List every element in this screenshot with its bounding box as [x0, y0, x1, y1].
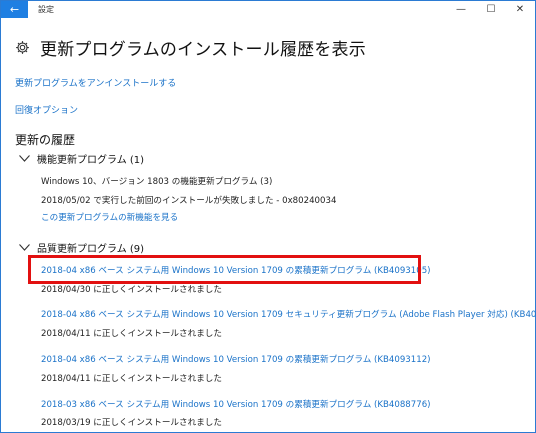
quality-updates-group[interactable]: 品質更新プログラム (9) — [19, 240, 144, 255]
uninstall-updates-link[interactable]: 更新プログラムをアンインストールする — [15, 76, 176, 89]
feature-update-name: Windows 10、バージョン 1803 の機能更新プログラム (3) — [41, 177, 273, 187]
chevron-down-icon — [19, 243, 31, 253]
update-link-kb40931[interactable]: 2018-04 x86 ベース システム用 Windows 10 Version… — [41, 308, 536, 320]
update-status: 2018/04/11 に正しくインストールされました — [41, 374, 222, 384]
update-link-kb4088776[interactable]: 2018-03 x86 ベース システム用 Windows 10 Version… — [41, 398, 431, 410]
page-header: 更新プログラムのインストール履歴を表示 — [14, 35, 366, 60]
minimize-icon: — — [456, 4, 466, 15]
feature-updates-group[interactable]: 機能更新プログラム (1) — [19, 151, 144, 166]
gear-icon — [14, 40, 30, 56]
maximize-button[interactable]: ☐ — [476, 1, 506, 18]
history-title: 更新の履歴 — [15, 133, 76, 147]
minimize-button[interactable]: — — [446, 1, 476, 18]
update-status: 2018/04/30 に正しくインストールされました — [41, 285, 222, 295]
recovery-options-link[interactable]: 回復オプション — [15, 103, 78, 116]
group-label: 機能更新プログラム (1) — [37, 155, 145, 166]
chevron-down-icon — [19, 154, 31, 164]
back-arrow-icon: ← — [9, 3, 20, 16]
update-status: 2018/03/19 に正しくインストールされました — [41, 418, 222, 428]
highlight-box — [28, 255, 421, 284]
whats-new-link[interactable]: この更新プログラムの新機能を見る — [41, 211, 178, 223]
page-title: 更新プログラムのインストール履歴を表示 — [40, 40, 366, 60]
close-button[interactable]: ✕ — [505, 1, 535, 18]
maximize-icon: ☐ — [486, 4, 496, 15]
update-link-kb4093112[interactable]: 2018-04 x86 ベース システム用 Windows 10 Version… — [41, 353, 431, 365]
title-bar: ← 設定 — ☐ ✕ — [1, 1, 535, 18]
close-icon: ✕ — [515, 4, 525, 15]
back-button[interactable]: ← — [1, 1, 28, 18]
feature-update-status: 2018/05/02 で実行した前回のインストールが失敗しました - 0x802… — [41, 196, 337, 206]
app-title: 設定 — [38, 5, 54, 14]
group-label: 品質更新プログラム (9) — [37, 244, 145, 255]
update-status: 2018/04/11 に正しくインストールされました — [41, 329, 222, 339]
